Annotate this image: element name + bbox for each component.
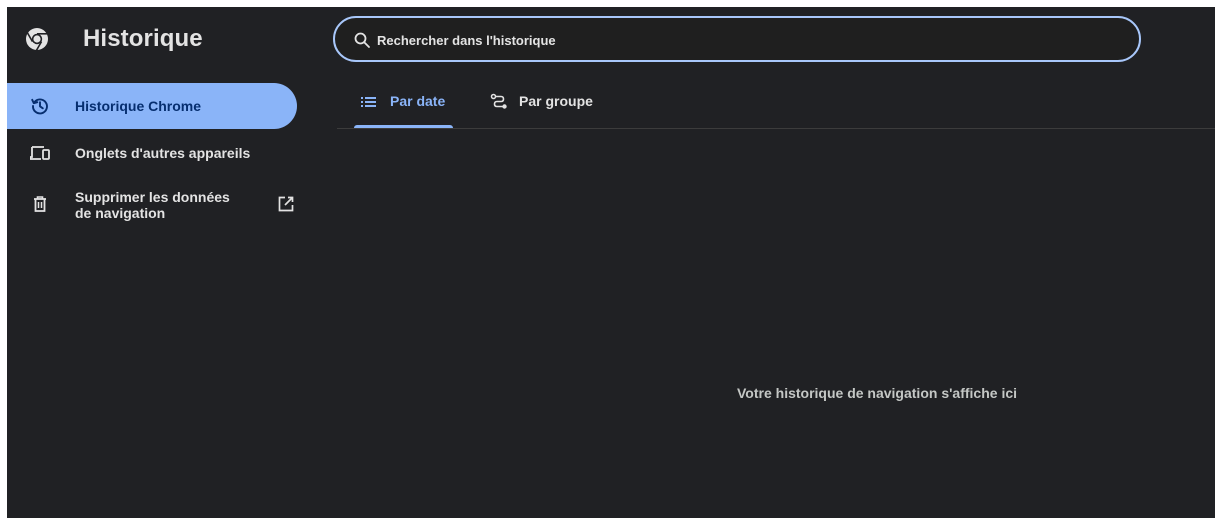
- trash-icon: [34, 196, 46, 212]
- sidebar-item-label: Supprimer les données de navigation: [75, 189, 230, 221]
- search-box[interactable]: [333, 16, 1141, 62]
- page-title: Historique: [83, 25, 203, 52]
- sidebar-item-label-line1: Supprimer les données: [75, 189, 230, 205]
- sidebar-item-label: Historique Chrome: [75, 98, 202, 114]
- sidebar-item-label: Onglets d'autres appareils: [75, 145, 251, 161]
- tab-by-date[interactable]: Par date: [354, 83, 454, 129]
- devices-icon: [30, 146, 50, 160]
- chrome-logo-icon: [26, 28, 48, 51]
- search-input[interactable]: [375, 27, 1119, 53]
- history-icon: [31, 98, 48, 115]
- sidebar-item-history[interactable]: Historique Chrome: [7, 83, 297, 129]
- sidebar-item-label-line2: de navigation: [75, 205, 166, 221]
- tab-by-group[interactable]: Par groupe: [487, 83, 617, 129]
- tab-label: Par date: [390, 93, 446, 109]
- tab-label: Par groupe: [519, 93, 593, 109]
- sidebar-item-other-devices[interactable]: Onglets d'autres appareils: [7, 133, 297, 173]
- list-icon: [361, 97, 376, 107]
- empty-state-message: Votre historique de navigation s'affiche…: [737, 385, 1018, 401]
- sidebar-item-clear-browsing-data[interactable]: Supprimer les données de navigation: [7, 181, 297, 227]
- journeys-icon: [490, 93, 507, 109]
- search-icon: [354, 32, 370, 48]
- open-in-new-icon: [278, 196, 294, 212]
- history-page: Historique Historique Chrome Onglets d'a…: [7, 7, 1215, 518]
- tabs-divider: [337, 128, 1215, 129]
